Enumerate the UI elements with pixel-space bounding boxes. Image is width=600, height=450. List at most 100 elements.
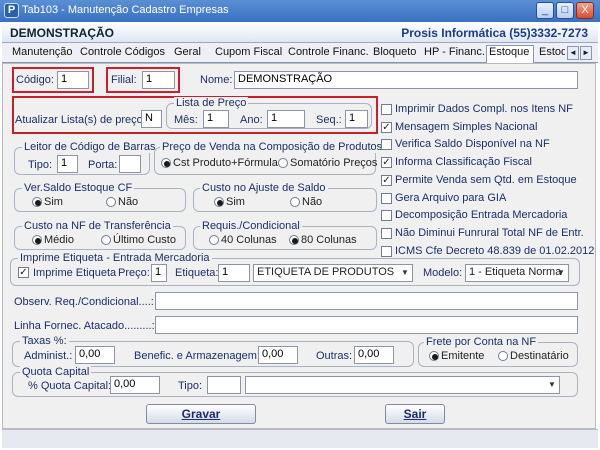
somatorio-radio[interactable] xyxy=(278,158,288,168)
tab-controle-financ[interactable]: Controle Financ. xyxy=(288,46,369,62)
requis-80-label: 80 Colunas xyxy=(301,234,357,246)
option-checkbox[interactable] xyxy=(381,104,392,115)
tab-geral[interactable]: Geral xyxy=(174,46,201,62)
custo-medio-label: Médio xyxy=(44,234,74,246)
maximize-button[interactable]: □ xyxy=(556,2,574,19)
etiqueta-input[interactable]: 1 xyxy=(218,264,250,282)
cst-produto-radio[interactable] xyxy=(161,158,171,168)
ver-saldo-nao-radio[interactable] xyxy=(106,197,116,207)
cst-produto-label: Cst Produto+Fórmula xyxy=(173,157,278,169)
outras-input[interactable]: 0,00 xyxy=(354,346,394,364)
observ-input[interactable] xyxy=(155,292,578,310)
quota-title: Quota Capital xyxy=(20,366,92,378)
imprime-etiqueta-label: Imprime Etiqueta xyxy=(33,267,117,279)
emitente-radio[interactable] xyxy=(429,351,439,361)
ver-saldo-sim-radio[interactable] xyxy=(32,197,42,207)
option-checkbox[interactable] xyxy=(381,245,392,257)
modelo-label: Modelo: xyxy=(423,267,463,279)
ultimo-custo-label: Último Custo xyxy=(113,234,176,246)
quota-tipo-input[interactable] xyxy=(207,376,241,394)
custo-ajuste-sim-label: Sim xyxy=(226,196,245,208)
option-label: Imprimir Dados Compl. nos Itens NF xyxy=(395,103,573,115)
tab-estoq[interactable]: Estoq xyxy=(539,46,565,62)
option-checkbox[interactable]: ✓ xyxy=(381,157,392,169)
chevron-down-icon[interactable]: ▼ xyxy=(398,265,412,281)
tab-prev-icon[interactable]: ◄ xyxy=(567,46,579,60)
custo-ajuste-nao-label: Não xyxy=(302,196,323,208)
modelo-select-value: 1 - Etiqueta Norma xyxy=(469,266,562,278)
custo-medio-radio[interactable] xyxy=(32,235,42,245)
chevron-down-icon[interactable]: ▼ xyxy=(545,377,559,393)
administ-label: Administ.: xyxy=(24,350,73,362)
option-checkbox[interactable]: ✓ xyxy=(381,121,392,133)
requis-40-label: 40 Colunas xyxy=(221,234,277,246)
chevron-down-icon[interactable]: ▼ xyxy=(554,265,568,281)
minimize-button[interactable]: _ xyxy=(536,2,554,19)
tab-bloqueto[interactable]: Bloqueto xyxy=(373,46,416,62)
filial-input[interactable]: 1 xyxy=(142,71,175,89)
taxas-title: Taxas %: xyxy=(20,335,69,347)
tab-hp-financ[interactable]: HP - Financ. xyxy=(424,46,485,62)
mes-label: Mês: xyxy=(174,114,198,126)
tipo-leitor-label: Tipo: xyxy=(28,159,53,171)
tipo-leitor-input[interactable]: 1 xyxy=(57,155,78,173)
ver-saldo-nao-label: Não xyxy=(118,196,139,208)
filial-label: Filial: xyxy=(111,74,137,86)
gravar-button[interactable]: Gravar xyxy=(146,404,256,424)
ultimo-custo-radio[interactable] xyxy=(101,235,111,245)
porta-label: Porta: xyxy=(88,159,118,171)
option-checkbox[interactable] xyxy=(381,210,392,222)
preco-etiqueta-input[interactable]: 1 xyxy=(151,264,167,282)
quota-tipo-select[interactable]: ▼ xyxy=(245,376,560,394)
seq-label: Seq.: xyxy=(316,114,342,126)
emitente-label: Emitente xyxy=(441,350,485,362)
option-checkbox[interactable] xyxy=(381,139,392,151)
imprime-etiqueta-checkbox[interactable]: ✓ xyxy=(18,267,29,278)
app-icon: P xyxy=(4,3,19,18)
requis-40-radio[interactable] xyxy=(209,235,219,245)
atualizar-input[interactable]: N xyxy=(141,110,162,128)
benefic-input[interactable]: 0,00 xyxy=(258,346,298,364)
close-button[interactable]: X xyxy=(576,2,594,19)
ano-input[interactable]: 1 xyxy=(267,110,305,128)
vendor-info: Prosis Informática (55)3332-7273 xyxy=(401,26,588,40)
etiqueta-select[interactable]: ETIQUETA DE PRODUTOS ▼ xyxy=(253,264,413,282)
status-bar xyxy=(2,429,598,448)
option-checkbox[interactable] xyxy=(381,192,392,204)
option-label: Permite Venda sem Qtd. em Estoque xyxy=(395,173,577,186)
administ-input[interactable]: 0,00 xyxy=(75,346,115,364)
mes-input[interactable]: 1 xyxy=(203,110,229,128)
porta-input[interactable] xyxy=(119,155,141,173)
custo-ajuste-sim-radio[interactable] xyxy=(214,197,224,207)
codigo-label: Código: xyxy=(16,74,54,86)
option-label: Decomposição Entrada Mercadoria xyxy=(395,209,568,222)
codigo-input[interactable]: 1 xyxy=(57,71,89,89)
tab-next-icon[interactable]: ► xyxy=(580,46,592,60)
destinatario-radio[interactable] xyxy=(498,351,508,361)
option-label: Verifica Saldo Disponível na NF xyxy=(395,138,550,151)
destinatario-label: Destinatário xyxy=(510,350,569,362)
preco-etiqueta-label: Preço: xyxy=(118,267,150,279)
option-checkbox[interactable] xyxy=(381,227,392,239)
sair-button[interactable]: Sair xyxy=(385,404,445,424)
option-checkbox[interactable]: ✓ xyxy=(381,174,392,186)
somatorio-label: Somatório Preços xyxy=(290,157,378,169)
title-bar: P Tab103 - Manutenção Cadastro Empresas … xyxy=(0,0,600,22)
tab-cupom-fiscal[interactable]: Cupom Fiscal xyxy=(215,46,282,62)
linha-input[interactable] xyxy=(155,316,578,334)
modelo-select[interactable]: 1 - Etiqueta Norma ▼ xyxy=(465,264,569,282)
frete-title: Frete por Conta na NF xyxy=(424,336,539,348)
quota-pct-input[interactable]: 0,00 xyxy=(110,376,160,394)
requis-80-radio[interactable] xyxy=(289,235,299,245)
ver-saldo-sim-label: Sim xyxy=(44,196,63,208)
custo-ajuste-nao-radio[interactable] xyxy=(290,197,300,207)
ver-saldo-title: Ver.Saldo Estoque CF xyxy=(22,182,135,194)
seq-input[interactable]: 1 xyxy=(345,110,368,128)
tab-manutencao[interactable]: Manutenção xyxy=(12,46,73,62)
tab-estoque[interactable]: Estoque xyxy=(486,45,534,63)
custo-ajuste-title: Custo no Ajuste de Saldo xyxy=(200,182,328,194)
tab-controle-codigos[interactable]: Controle Códigos xyxy=(80,46,165,62)
outras-label: Outras: xyxy=(316,350,353,362)
tab-bar: Manutenção Controle Códigos Geral Cupom … xyxy=(2,43,598,63)
nome-input[interactable]: DEMONSTRAÇÃO xyxy=(234,71,578,89)
